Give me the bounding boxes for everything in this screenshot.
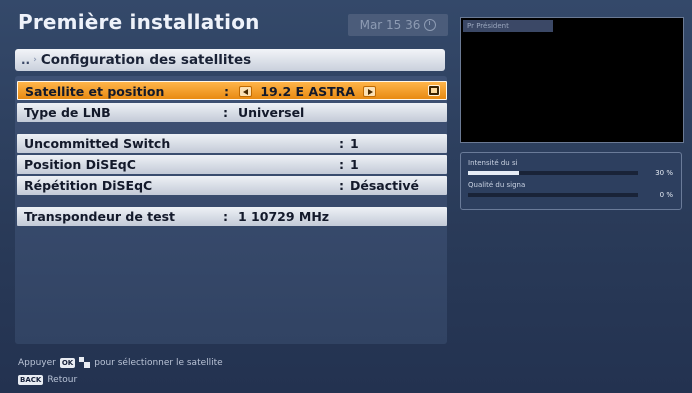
- row-label: Satellite et position: [25, 84, 165, 99]
- clock-icon: [424, 19, 437, 31]
- ok-key-icon: OK: [59, 357, 76, 368]
- datetime-text: Mar 15 36: [359, 18, 421, 32]
- navigation-icon: [79, 357, 91, 368]
- row-diseqc-repetition[interactable]: Répétition DiSEqC : Désactivé: [17, 176, 447, 195]
- row-colon: :: [339, 178, 344, 193]
- row-label: Position DiSEqC: [24, 157, 136, 172]
- row-uncommitted-switch[interactable]: Uncommitted Switch : 1: [17, 134, 447, 153]
- breadcrumb-chevron-icon: ›: [33, 55, 37, 65]
- row-colon: :: [223, 105, 228, 120]
- row-diseqc-position[interactable]: Position DiSEqC : 1: [17, 155, 447, 174]
- row-lnb-type[interactable]: Type de LNB : Universel: [17, 103, 447, 122]
- signal-quality-value: 0 %: [659, 191, 673, 199]
- row-value: 1: [350, 136, 359, 151]
- row-label: Répétition DiSEqC: [24, 178, 153, 193]
- signal-strength-bar: [468, 171, 638, 175]
- signal-quality-label: Qualité du signa: [468, 181, 526, 189]
- row-satellite-position[interactable]: Satellite et position : 19.2 E ASTRA: [17, 81, 447, 100]
- row-colon: :: [339, 136, 344, 151]
- video-preview: [460, 17, 684, 143]
- datetime-display: Mar 15 36: [348, 14, 448, 36]
- tv-screen: Première installation Mar 15 36 .. › Con…: [0, 0, 692, 393]
- row-value: 19.2 E ASTRA: [260, 84, 355, 99]
- footer-back[interactable]: BACK Retour: [18, 375, 77, 385]
- footer-hint: Appuyer OK pour sélectionner le satellit…: [18, 357, 223, 368]
- row-test-transponder[interactable]: Transpondeur de test : 1 10729 MHz: [17, 207, 447, 226]
- row-colon: :: [223, 209, 228, 224]
- row-value: 1: [350, 157, 359, 172]
- list-icon[interactable]: [428, 85, 440, 96]
- row-value: Désactivé: [350, 178, 420, 193]
- row-label: Type de LNB: [24, 105, 111, 120]
- arrow-left-icon[interactable]: [239, 86, 252, 97]
- back-key-icon: BACK: [18, 375, 44, 385]
- signal-strength-value: 30 %: [655, 169, 673, 177]
- signal-strength-fill: [468, 171, 519, 175]
- back-label: Retour: [47, 375, 78, 385]
- footer-instruction: pour sélectionner le satellite: [94, 357, 223, 368]
- arrow-right-icon[interactable]: [363, 86, 377, 97]
- section-header: .. › Configuration des satellites: [15, 49, 445, 71]
- footer-prefix: Appuyer: [18, 357, 56, 368]
- row-colon: :: [339, 157, 344, 172]
- preview-channel-label: Pr Président: [463, 20, 553, 32]
- signal-panel: Intensité du si 30 % Qualité du signa 0 …: [460, 152, 682, 210]
- page-title: Première installation: [18, 10, 260, 34]
- signal-strength-label: Intensité du si: [468, 159, 518, 167]
- row-value: Universel: [238, 105, 305, 120]
- breadcrumb-crumb: ..: [21, 53, 31, 67]
- row-label: Transpondeur de test: [24, 209, 176, 224]
- value-selector[interactable]: 19.2 E ASTRA: [239, 84, 377, 99]
- signal-quality-bar: [468, 193, 638, 197]
- row-label: Uncommitted Switch: [24, 136, 171, 151]
- section-title: Configuration des satellites: [40, 52, 252, 68]
- row-colon: :: [224, 84, 229, 99]
- row-value: 1 10729 MHz: [238, 209, 330, 224]
